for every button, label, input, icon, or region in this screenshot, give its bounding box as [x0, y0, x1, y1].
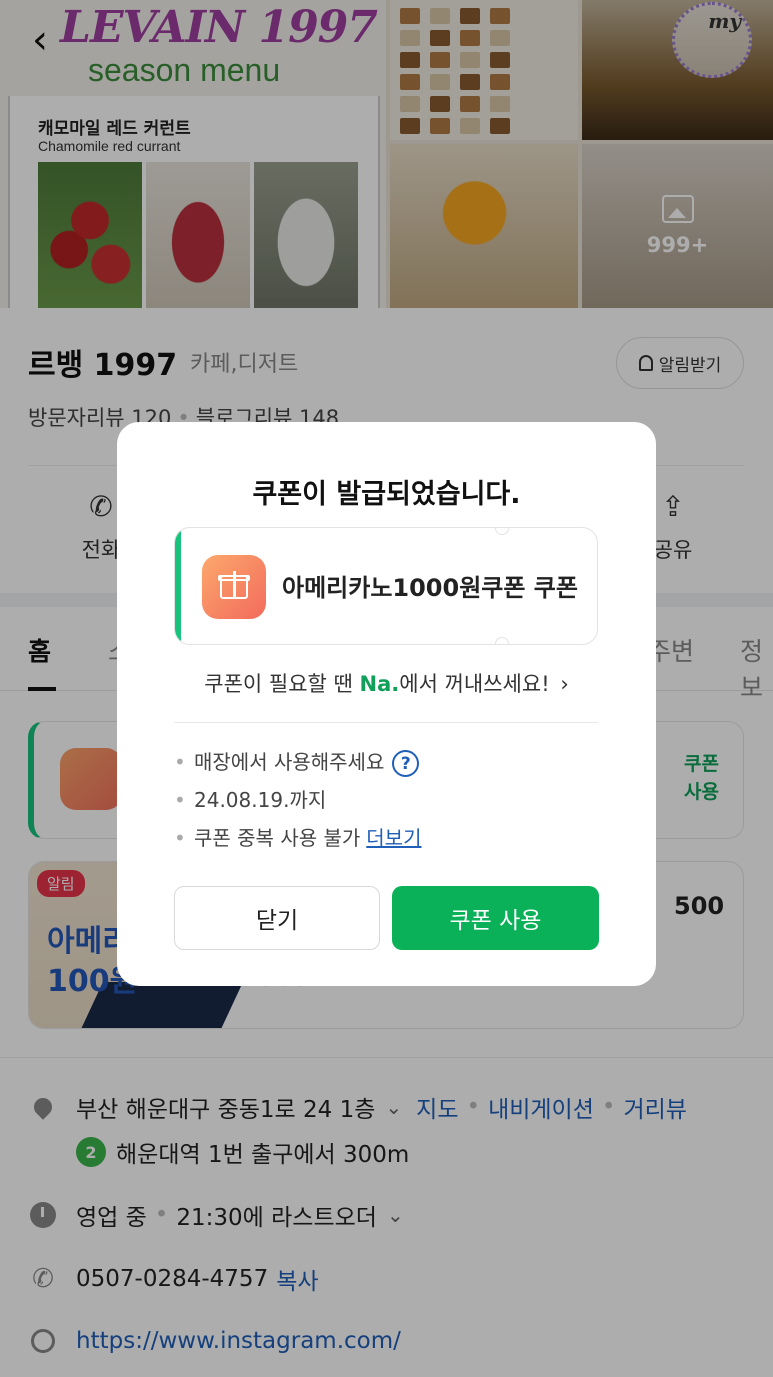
coupon-issued-dialog: 쿠폰이 발급되었습니다. 아메리카노1000원쿠폰 쿠폰 쿠폰이 필요할 땐 N…: [117, 422, 656, 986]
close-button[interactable]: 닫기: [174, 886, 380, 950]
dialog-title: 쿠폰이 발급되었습니다.: [252, 479, 521, 510]
term-usage-text: 매장에서 사용해주세요: [194, 750, 385, 774]
coupon-stripe: [175, 528, 181, 644]
use-coupon-button[interactable]: 쿠폰 사용: [392, 886, 599, 950]
gift-icon: [202, 555, 266, 619]
term-duplicate: 쿠폰 중복 사용 불가더보기: [174, 820, 598, 858]
hint-prefix: 쿠폰이 필요할 땐: [204, 672, 360, 696]
term-expiry: 24.08.19.까지: [174, 782, 598, 820]
na-brand: Na.: [359, 672, 400, 696]
coupon-ticket: 아메리카노1000원쿠폰 쿠폰: [174, 527, 598, 645]
ticket-notch-top: [495, 528, 509, 535]
term-duplicate-text: 쿠폰 중복 사용 불가: [194, 826, 361, 850]
term-expiry-text: 24.08.19.까지: [194, 788, 327, 812]
ticket-notch-bottom: [495, 637, 509, 644]
coupon-name: 아메리카노1000원쿠폰 쿠폰: [282, 574, 578, 602]
help-icon[interactable]: ?: [392, 750, 420, 777]
chevron-right-icon: ›: [560, 672, 569, 696]
coupon-terms: 매장에서 사용해주세요? 24.08.19.까지 쿠폰 중복 사용 불가더보기: [174, 744, 598, 858]
hint-suffix: 에서 꺼내쓰세요!: [399, 672, 550, 696]
term-usage: 매장에서 사용해주세요?: [174, 744, 598, 782]
more-link[interactable]: 더보기: [366, 826, 421, 850]
dialog-divider: [174, 722, 598, 723]
na-wallet-link[interactable]: 쿠폰이 필요할 땐 Na.에서 꺼내쓰세요! ›: [117, 668, 656, 698]
